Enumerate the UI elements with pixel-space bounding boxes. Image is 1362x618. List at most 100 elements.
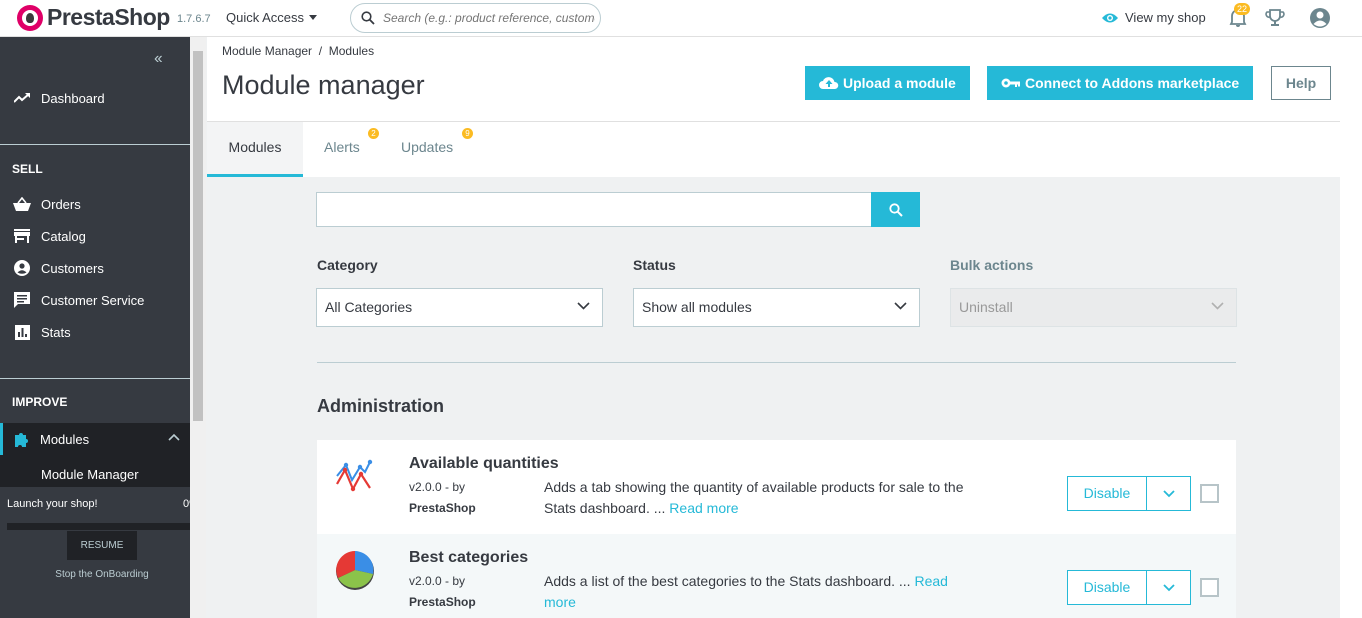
sidebar: ‹‹ Dashboard SELL Orders Catalog Custome… bbox=[0, 37, 199, 618]
account-icon[interactable] bbox=[1309, 7, 1331, 29]
status-select[interactable]: Show all modules bbox=[633, 288, 920, 327]
brand-name: PrestaShop bbox=[47, 4, 170, 30]
key-icon bbox=[1001, 78, 1020, 88]
upload-module-label: Upload a module bbox=[843, 75, 956, 91]
upload-module-button[interactable]: Upload a module bbox=[805, 66, 970, 100]
read-more-link[interactable]: Read more bbox=[669, 500, 738, 516]
header-search[interactable] bbox=[350, 3, 601, 33]
sidebar-scrollbar[interactable] bbox=[190, 37, 206, 618]
tab-modules[interactable]: Modules bbox=[207, 122, 303, 177]
sidebar-divider bbox=[0, 144, 190, 145]
module-author: PrestaShop bbox=[409, 595, 476, 609]
view-my-shop-link[interactable]: View my shop bbox=[1101, 10, 1206, 25]
chevron-up-icon bbox=[168, 433, 180, 441]
help-button[interactable]: Help bbox=[1271, 66, 1331, 100]
eye-icon bbox=[1102, 13, 1118, 22]
store-icon bbox=[13, 229, 31, 243]
sidebar-divider bbox=[0, 378, 190, 379]
status-select-value: Show all modules bbox=[642, 299, 752, 315]
module-author: PrestaShop bbox=[409, 501, 476, 515]
trophy-icon[interactable] bbox=[1265, 8, 1285, 28]
sidebar-item-label: Modules bbox=[40, 431, 90, 447]
shopping-basket-icon bbox=[13, 197, 31, 211]
connect-addons-label: Connect to Addons marketplace bbox=[1025, 75, 1240, 91]
puffin-logo-icon bbox=[17, 4, 43, 31]
sidebar-section-sell: SELL bbox=[12, 162, 43, 176]
disable-module-button[interactable]: Disable bbox=[1067, 570, 1147, 605]
chevron-down-icon bbox=[1162, 489, 1175, 497]
disable-module-button[interactable]: Disable bbox=[1067, 476, 1147, 511]
status-filter-label: Status bbox=[633, 257, 676, 273]
category-select[interactable]: All Categories bbox=[316, 288, 603, 327]
quick-access-label: Quick Access bbox=[226, 10, 305, 25]
cloud-upload-icon bbox=[819, 77, 839, 89]
puzzle-icon bbox=[13, 431, 30, 448]
sidebar-section-improve: IMPROVE bbox=[12, 395, 68, 409]
chat-icon bbox=[13, 292, 31, 308]
trending-up-icon bbox=[13, 93, 31, 103]
module-version: v2.0.0 - by bbox=[409, 480, 466, 494]
chevron-down-icon bbox=[894, 302, 907, 310]
connect-addons-button[interactable]: Connect to Addons marketplace bbox=[987, 66, 1254, 100]
prestashop-logo[interactable]: PrestaShop bbox=[17, 4, 170, 31]
alerts-count-badge: 2 bbox=[368, 128, 379, 139]
sidebar-item-customers[interactable]: Customers bbox=[0, 252, 190, 284]
chevron-down-icon bbox=[1162, 583, 1175, 591]
filters-divider bbox=[317, 362, 1236, 363]
sidebar-item-label: Dashboard bbox=[41, 90, 105, 106]
collapse-sidebar-icon[interactable]: ‹‹ bbox=[154, 50, 163, 68]
bar-chart-icon bbox=[13, 324, 31, 340]
tab-label: Alerts bbox=[324, 139, 360, 155]
account-circle-icon bbox=[13, 260, 31, 276]
module-row: Available quantities v2.0.0 - by PrestaS… bbox=[317, 440, 1236, 534]
scrollbar-thumb[interactable] bbox=[193, 51, 203, 421]
bulk-actions-select[interactable]: Uninstall bbox=[950, 288, 1237, 327]
stop-onboarding-link[interactable]: Stop the OnBoarding bbox=[0, 569, 204, 580]
tab-label: Modules bbox=[228, 139, 282, 155]
caret-down-icon bbox=[309, 15, 318, 20]
header-search-input[interactable] bbox=[383, 9, 595, 27]
module-actions-dropdown[interactable] bbox=[1146, 570, 1191, 605]
category-select-value: All Categories bbox=[325, 299, 413, 315]
page-title: Module manager bbox=[222, 70, 425, 100]
sidebar-item-orders[interactable]: Orders bbox=[0, 188, 190, 220]
module-actions-dropdown[interactable] bbox=[1146, 476, 1191, 511]
sidebar-item-label: Stats bbox=[41, 324, 71, 340]
module-version: v2.0.0 - by bbox=[409, 574, 466, 588]
page-header: Module Manager / Modules Module manager … bbox=[207, 37, 1340, 177]
line-chart-icon bbox=[336, 459, 373, 492]
module-description-text: Adds a list of the best categories to th… bbox=[544, 573, 911, 589]
tab-label: Updates bbox=[401, 139, 454, 155]
module-select-checkbox[interactable] bbox=[1200, 578, 1219, 597]
tab-updates[interactable]: Updates 9 bbox=[381, 122, 477, 177]
search-icon bbox=[888, 202, 903, 217]
module-search-button[interactable] bbox=[871, 192, 920, 227]
category-filter-label: Category bbox=[317, 257, 378, 273]
sidebar-item-catalog[interactable]: Catalog bbox=[0, 220, 190, 252]
module-description: Adds a list of the best categories to th… bbox=[544, 571, 974, 613]
module-search-input[interactable] bbox=[316, 192, 872, 227]
sidebar-item-label: Orders bbox=[41, 196, 81, 212]
tab-alerts[interactable]: Alerts 2 bbox=[303, 122, 381, 177]
quick-access-dropdown[interactable]: Quick Access bbox=[226, 10, 318, 25]
sidebar-item-dashboard[interactable]: Dashboard bbox=[0, 82, 190, 114]
module-row: Best categories v2.0.0 - by PrestaShop A… bbox=[317, 534, 1236, 618]
resume-button[interactable]: RESUME bbox=[67, 531, 137, 560]
chevron-down-icon bbox=[577, 302, 590, 310]
search-icon bbox=[361, 11, 375, 25]
module-name: Best categories bbox=[409, 549, 529, 566]
sidebar-item-customer-service[interactable]: Customer Service bbox=[0, 284, 190, 316]
onboarding-progress-bar bbox=[7, 523, 190, 530]
sidebar-item-modules[interactable]: Modules bbox=[0, 423, 190, 455]
module-description-text: Adds a tab showing the quantity of avail… bbox=[544, 479, 964, 516]
bulk-actions-value: Uninstall bbox=[959, 299, 1013, 315]
sidebar-item-label: Customers bbox=[41, 260, 104, 276]
bulk-actions-label: Bulk actions bbox=[950, 257, 1034, 273]
sidebar-item-stats[interactable]: Stats bbox=[0, 316, 190, 348]
module-select-checkbox[interactable] bbox=[1200, 484, 1219, 503]
top-header: PrestaShop 1.7.6.7 Quick Access View my … bbox=[0, 0, 1362, 37]
main-scrollbar-area bbox=[1340, 37, 1362, 618]
sidebar-subitem-module-manager[interactable]: Module Manager bbox=[0, 455, 190, 487]
module-description: Adds a tab showing the quantity of avail… bbox=[544, 477, 999, 519]
breadcrumb[interactable]: Module Manager / Modules bbox=[222, 44, 374, 58]
